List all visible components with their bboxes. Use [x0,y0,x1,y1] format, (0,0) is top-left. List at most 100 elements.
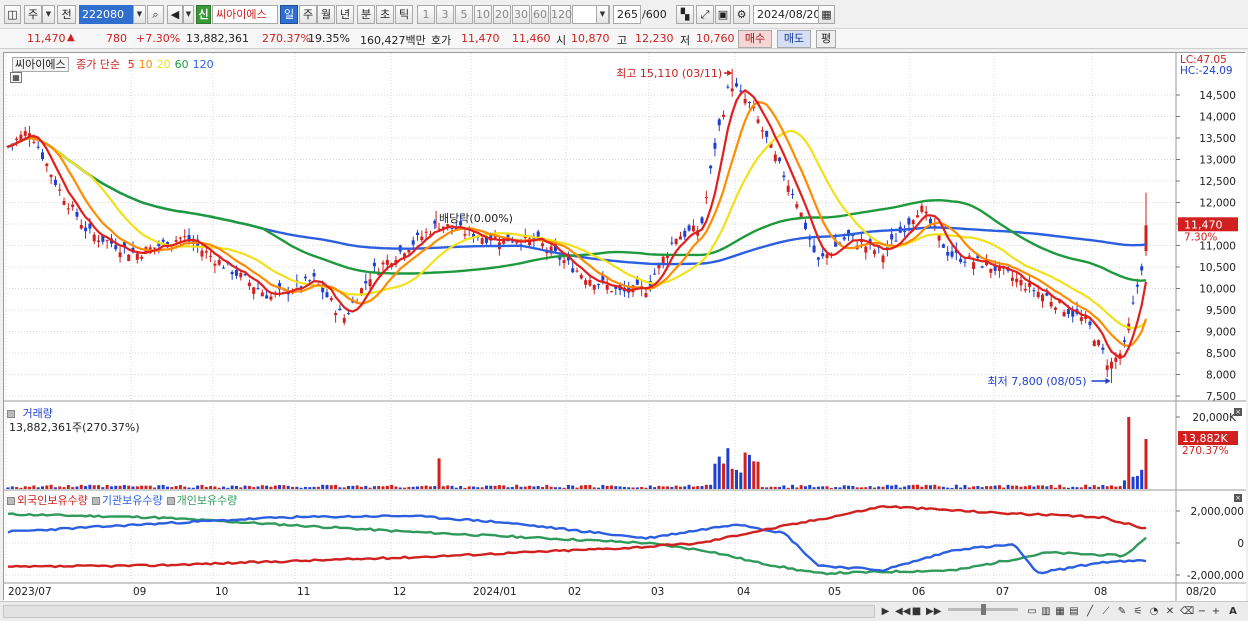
candle-body [1062,312,1066,317]
fast-forward-icon[interactable]: ▶▶ [926,605,941,619]
candle-body [726,86,730,88]
gear-icon[interactable]: ⚙ [733,5,750,24]
interval-tab[interactable]: 30 [512,5,530,24]
volume-bar [648,485,652,489]
average-price-button[interactable]: 평 [816,30,836,48]
zoom-slider-handle[interactable] [981,604,986,615]
period-tab[interactable]: 틱 [395,5,413,24]
volume-bar [791,484,795,489]
layout-stack-icon[interactable]: ▤ [1068,605,1080,619]
volume-bar [480,487,484,489]
volume-bar [45,485,49,489]
horizontal-scrollbar[interactable] [3,605,875,618]
candle-body [903,231,907,233]
interval-tab[interactable]: 20 [493,5,511,24]
candle-body [1135,284,1139,287]
interval-tab[interactable]: 10 [474,5,492,24]
period-tab[interactable]: 초 [376,5,394,24]
high-price: 12,230 [635,32,674,45]
volume-bar [66,485,70,489]
period-tab[interactable]: 월 [317,5,335,24]
x-axis-label: 08/20 [1186,586,1216,598]
layout-grid-icon[interactable]: ▦ [1054,605,1066,619]
volume-bar [678,486,682,489]
volume-bar [1066,487,1070,489]
candle-body [36,146,40,148]
candle-body [493,236,497,238]
window-menu-icon[interactable]: ◫ [4,5,21,24]
candle-body [795,204,799,208]
chart-canvas[interactable]: 14,50014,00013,50013,00012,50012,00011,5… [4,53,1246,601]
volume-bar [459,485,463,489]
volume-panel-value: 13,882,361주(270.37%) [9,421,140,434]
draw-fibo-icon[interactable]: ⚟ [1132,605,1144,619]
speaker-dropdown-icon[interactable]: ▼ [183,5,194,24]
period-tab[interactable]: 분 [357,5,375,24]
interval-tab[interactable]: 120 [550,5,572,24]
holding-panel-close-icon[interactable]: × [1234,494,1242,502]
draw-cross-icon[interactable]: ✕ [1164,605,1176,619]
volume-bar [1114,486,1118,489]
speaker-icon[interactable]: ◀ [167,5,183,24]
period-tab[interactable]: 년 [336,5,354,24]
stop-icon[interactable]: ■ [911,605,922,619]
chart-area[interactable]: 14,50014,00013,50013,00012,50012,00011,5… [3,52,1246,601]
overlay-chart-icon[interactable]: ⤢ [696,5,714,24]
candle-body [338,308,342,311]
zoom-out-icon[interactable]: − [1196,605,1208,619]
save-icon[interactable]: ▣ [715,5,731,24]
candle-body [756,119,760,123]
buy-button[interactable]: 매수 [738,30,772,48]
volume-bar [303,486,307,489]
interval-tab[interactable]: 3 [436,5,454,24]
search-icon[interactable]: ⌕ [147,5,164,24]
volume-bar [321,484,325,489]
asset-type-button[interactable]: 주 [24,5,42,24]
stock-code-dropdown-icon[interactable]: ▼ [133,5,146,24]
interval-tab[interactable]: 60 [531,5,549,24]
grid-table-icon[interactable]: ▦ [10,72,22,83]
date-input[interactable]: 2024/08/20 [753,5,820,24]
volume-bar [821,486,825,489]
volume-axis-max: 20,000K [1192,412,1237,424]
draw-trend-icon[interactable]: ⟋ [1100,605,1112,619]
candle-body [911,220,915,225]
zoom-in-icon[interactable]: + [1210,605,1222,619]
price-panel-stock-name[interactable]: 씨아이에스 [12,57,69,72]
interval-tab[interactable]: 1 [417,5,435,24]
candle-body [743,98,747,104]
period-tab[interactable]: 일 [280,5,298,24]
sell-button[interactable]: 매도 [777,30,811,48]
auto-scale-icon[interactable]: A [1226,605,1240,619]
period-tab[interactable]: 주 [299,5,317,24]
candle-body [609,291,613,293]
layout-single-icon[interactable]: ▭ [1026,605,1038,619]
interval-tab[interactable]: 5 [455,5,473,24]
scroll-right-icon[interactable]: ▶ [880,605,891,619]
draw-line-icon[interactable]: ╱ [1084,605,1096,619]
calendar-icon[interactable]: ▦ [818,5,835,24]
volume-bar [1127,417,1131,489]
interval-dropdown-icon[interactable]: ▼ [596,5,609,24]
volume-bar [252,487,256,489]
candle-body [989,268,993,273]
volume-badge-pct: 270.37% [1182,445,1229,457]
draw-tool-icon[interactable]: ✎ [1116,605,1128,619]
compare-chart-icon[interactable]: ▚ [676,5,694,24]
ma-period-label: 120 [192,58,214,71]
display-count-input[interactable]: 265 [613,5,641,24]
draw-arc-icon[interactable]: ◔ [1148,605,1160,619]
layout-split-icon[interactable]: ▥ [1040,605,1052,619]
volume-panel-close-icon[interactable]: × [1234,408,1242,416]
price-tick-label: 13,000 [1199,155,1236,167]
volume-bar [92,485,96,489]
eraser-icon[interactable]: ⌫ [1180,605,1194,619]
market-all-button[interactable]: 전 [57,5,76,24]
asset-type-dropdown-icon[interactable]: ▼ [42,5,55,24]
candle-body [62,200,66,205]
stock-name-field: 씨아이에스 [212,5,278,24]
volume-bar [122,485,126,489]
rewind-icon[interactable]: ◀◀ [895,605,910,619]
volume-bar [1097,486,1101,489]
stock-code-input[interactable]: 222080 [79,5,133,24]
